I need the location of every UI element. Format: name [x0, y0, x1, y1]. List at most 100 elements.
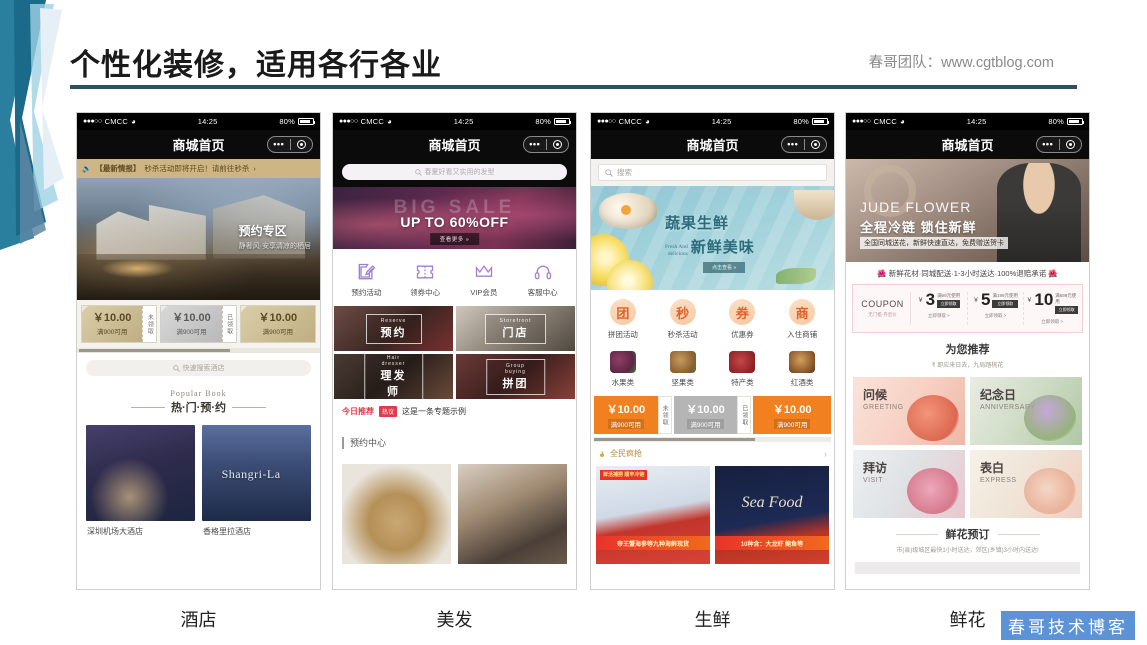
more-dots-icon[interactable]: ••• [782, 140, 804, 149]
hair-photo[interactable] [342, 464, 451, 564]
coupon-condition: 满199元使用 [992, 293, 1018, 298]
coupon-footer-link[interactable]: 立即领取 > [1041, 319, 1063, 325]
category-tile[interactable]: Storefront 门店 [456, 306, 575, 351]
hotel-hero-banner[interactable]: 预约专区 静奢风·安享清凉的栖居 [77, 178, 320, 300]
nav-actions-capsule[interactable]: ••• [267, 136, 313, 153]
banner-cta-button[interactable]: 查看更多 » [429, 233, 480, 245]
hair-photo[interactable] [458, 464, 567, 564]
coupon-claim-button[interactable]: 立即领取 [937, 300, 961, 308]
headset-icon [513, 259, 572, 285]
target-circle-icon[interactable] [1060, 140, 1082, 149]
flower-emoji-icon-2: 🌺 [1048, 269, 1058, 278]
news-row[interactable]: 今日推荐 热议 这是一条专题示例 [333, 399, 576, 426]
nav-actions-capsule[interactable]: ••• [1036, 136, 1082, 153]
coupon-card[interactable]: ￥10.00 满900可用 未领取 [594, 396, 672, 434]
scene-tile[interactable]: 表白 EXPRESS [970, 450, 1082, 518]
product-title-text: Sea Food [741, 494, 803, 511]
section-title-rush[interactable]: 全民疯抢 › [591, 442, 834, 464]
category-tile[interactable]: Group buying 拼团 [456, 354, 575, 399]
horizontal-scrollbar[interactable] [77, 348, 320, 353]
coupon-condition: 满900可用 [774, 419, 811, 429]
coupon-footer-link[interactable]: 立即领取 > [928, 313, 950, 319]
target-circle-icon[interactable] [547, 140, 569, 149]
coupon-item[interactable]: ￥ 3 满99元使用 立即领取 立即领取 > [911, 291, 968, 325]
coupon-card[interactable]: ￥10.00 满900可用 [753, 396, 832, 434]
category-row: 水果类 坚果类 特产类 红酒类 [591, 347, 834, 394]
category-tile[interactable]: Hair dresser 理发师 [334, 354, 453, 399]
coupon-currency: ￥ [1026, 298, 1033, 304]
section-header-booking: 鲜花预订 市(县)级城区最快1小时送达，郊区(乡镇)3小时内送达! [846, 518, 1089, 556]
hotel-card[interactable]: 香格里拉酒店 [202, 425, 311, 542]
quick-entry-group[interactable]: 团 拼团活动 [593, 299, 653, 340]
product-card[interactable]: Sea Food 10种含：大龙虾 鲍鱼等 [715, 466, 829, 564]
notice-text: 秒杀活动即将开启！请前往秒杀 [144, 164, 250, 173]
quick-entry-support[interactable]: 客服中心 [513, 259, 572, 298]
search-input[interactable]: 快速搜索酒店 [86, 360, 311, 376]
nav-actions-capsule[interactable]: ••• [523, 136, 569, 153]
quick-entry-label: 优惠券 [731, 330, 754, 339]
more-dots-icon[interactable]: ••• [1037, 140, 1059, 149]
horn-icon: 🔊 [82, 164, 92, 173]
coupon-card[interactable]: ￥10.00 满900可用 未领取 [81, 305, 158, 343]
search-input[interactable]: 春夏好看又实用的发型 [342, 164, 567, 180]
hotel-name: 深圳机场大酒店 [87, 527, 143, 536]
category-item[interactable]: 水果类 [593, 351, 653, 388]
coupon-footer-link[interactable]: 立即领取 > [985, 313, 1007, 319]
scene-tile[interactable]: 纪念日 ANNIVERSARY [970, 377, 1082, 445]
coupon-label-text: COUPON [861, 299, 904, 309]
more-dots-icon[interactable]: ••• [524, 140, 546, 149]
banner-line1: 蔬果生鲜 [665, 215, 730, 232]
coupon-condition: 满900可用 [687, 419, 724, 429]
quick-entry-reserve[interactable]: 预约活动 [337, 259, 396, 298]
banner-cta-button[interactable]: 点击查看 » [703, 262, 746, 273]
search-input[interactable]: 搜索 [598, 164, 827, 181]
coupon-amount: ￥10.00 [92, 311, 132, 324]
banner-leaf [776, 268, 816, 284]
category-item[interactable]: 坚果类 [653, 351, 713, 388]
category-tile[interactable]: Reserve 预约 [334, 306, 453, 351]
nav-bar: 商城首页 ••• [333, 130, 576, 159]
category-item[interactable]: 红酒类 [772, 351, 832, 388]
scene-tile[interactable]: 问候 GREETING [853, 377, 965, 445]
coupon-claim-button[interactable]: 立即领取 [1055, 306, 1079, 314]
battery-percent: 80% [1048, 117, 1064, 126]
scene-tile[interactable]: 拜访 VISIT [853, 450, 965, 518]
coupon-item[interactable]: ￥ 5 满199元使用 立即领取 立即领取 > [968, 291, 1025, 325]
coupon-card[interactable]: ￥10.00 满900可用 [239, 305, 316, 343]
coupon-item[interactable]: ￥ 10 满599元使用 立即领取 立即领取 > [1024, 291, 1080, 325]
ticket-icon [396, 259, 455, 285]
category-label: 水果类 [611, 378, 635, 387]
product-card[interactable]: 鲜活捕捞 顺丰冷链 帝王蟹海参等九种海鲜现货 [596, 466, 710, 564]
nav-actions-capsule[interactable]: ••• [781, 136, 827, 153]
flower-hero-banner[interactable]: JUDE FLOWER 全程冷链 锁住新鲜 全国同城送花，新鲜快速直达，免费赠送… [846, 159, 1089, 262]
more-dots-icon[interactable]: ••• [268, 140, 290, 149]
phone-screen-fresh: ●●●○○ CMCC ◕ 14:25 80% 商城首页 ••• 搜索 蔬果生鲜 … [590, 112, 835, 590]
nav-title: 商城首页 [172, 138, 225, 153]
banner-florist-photo [997, 163, 1081, 262]
hair-gallery [333, 458, 576, 564]
status-bar: ●●●○○ CMCC ◕ 14:25 80% [333, 113, 576, 130]
horizontal-scrollbar[interactable] [594, 437, 831, 442]
quick-entry-coupon[interactable]: 领券中心 [396, 259, 455, 298]
target-circle-icon[interactable] [291, 140, 313, 149]
banner-title: 预约专区 [238, 224, 287, 238]
quick-entry-vip[interactable]: VIP会员 [455, 259, 514, 298]
banner-building-shape [96, 204, 206, 260]
sale-hero-banner[interactable]: BIG SALE UP TO 60%OFF 查看更多 » [333, 187, 576, 249]
quick-entry-flashsale[interactable]: 秒 秒杀活动 [653, 299, 713, 340]
hotel-card[interactable]: 深圳机场大酒店 [86, 425, 195, 542]
quick-entry-shop[interactable]: 商 入住商铺 [772, 299, 832, 340]
coupon-amount: ￥10.00 [258, 311, 298, 324]
category-item[interactable]: 特产类 [713, 351, 773, 388]
chevron-right-icon[interactable]: › [824, 449, 827, 459]
target-circle-icon[interactable] [805, 140, 827, 149]
notice-bar[interactable]: 🔊 【最新情报】 秒杀活动即将开启！请前往秒杀 › [77, 159, 320, 178]
coupon-card[interactable]: ￥10.00 满900可用 已领取 [673, 396, 752, 434]
chevron-right-icon: › [253, 164, 256, 173]
coupon-claim-button[interactable]: 立即领取 [992, 300, 1018, 308]
coupon-card[interactable]: ￥10.00 满900可用 已领取 [160, 305, 237, 343]
carrier-label: CMCC [618, 117, 642, 126]
banner-en1: Fresh And [665, 244, 688, 251]
quick-entry-coupon[interactable]: 券 优惠券 [713, 299, 773, 340]
fresh-hero-banner[interactable]: 蔬果生鲜 Fresh And delicious 新鲜美味 点击查看 » [591, 186, 834, 290]
